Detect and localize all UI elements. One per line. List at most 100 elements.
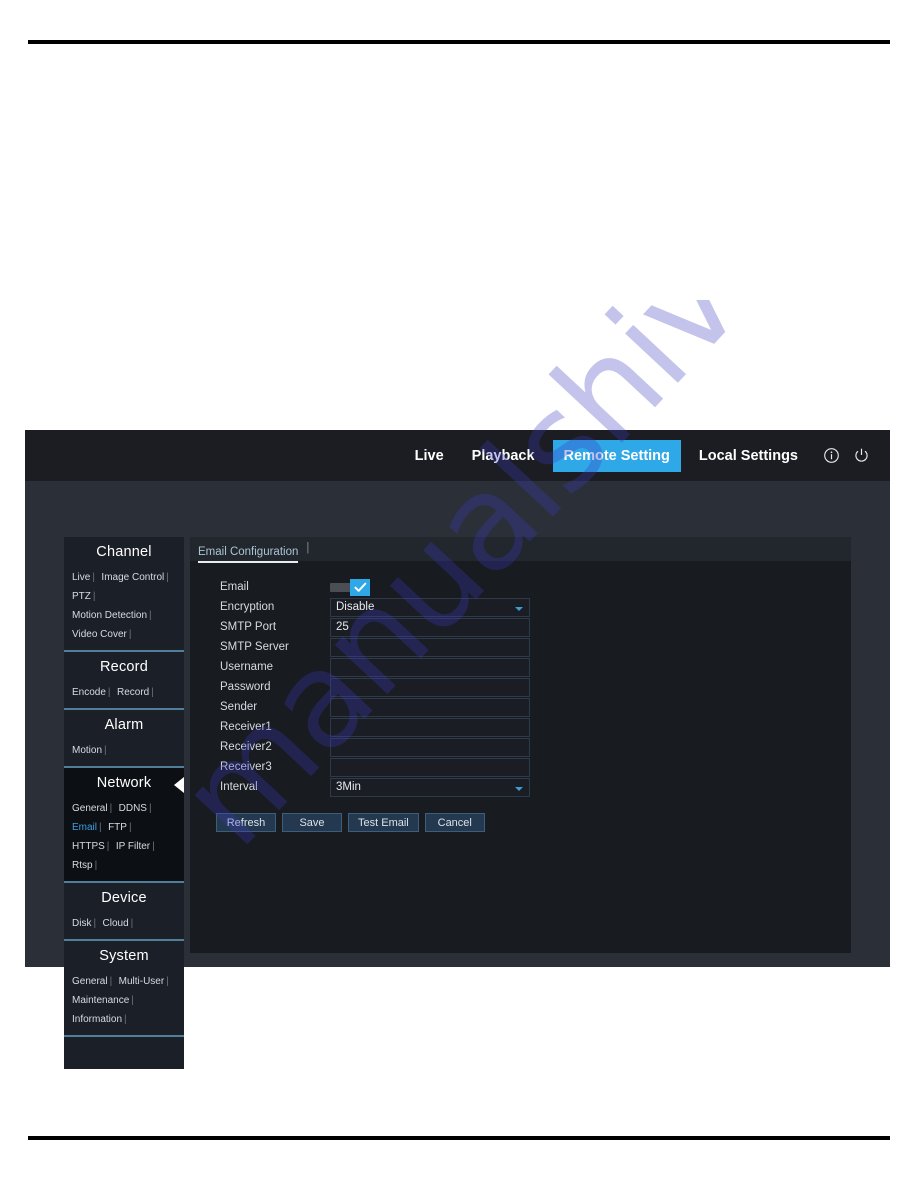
sidebar-link-group: Motion |	[64, 740, 184, 759]
form-row-interval: Interval 3Min	[220, 777, 851, 797]
input-receiver1[interactable]	[330, 717, 530, 737]
test-email-button[interactable]: Test Email	[348, 813, 419, 832]
sidebar-tail	[64, 1037, 184, 1069]
sidebar-link-email[interactable]: Email	[72, 822, 97, 833]
input-receiver2[interactable]	[330, 737, 530, 757]
input-receiver3[interactable]	[330, 757, 530, 777]
tab-email-configuration[interactable]: Email Configuration	[198, 546, 299, 563]
select-encryption[interactable]: Disable	[330, 597, 530, 617]
sidebar-link-group: General | Multi-User | Maintenance | Inform…	[64, 971, 184, 1028]
sidebar-link-separator: |	[109, 803, 113, 814]
select-interval[interactable]: 3Min	[330, 777, 530, 797]
nav-item-playback[interactable]: Playback	[462, 442, 545, 470]
field-value: Disable	[336, 600, 375, 613]
sidebar-link-ftp[interactable]: FTP	[108, 822, 127, 833]
sidebar-link-ptz[interactable]: PTZ	[72, 591, 91, 602]
sidebar-link-separator: |	[92, 572, 95, 583]
sidebar-link-disk[interactable]: Disk	[72, 918, 91, 929]
input-smtp-server[interactable]	[330, 637, 530, 657]
sidebar-link-rtsp[interactable]: Rtsp	[72, 860, 93, 871]
email-enable-toggle[interactable]	[330, 578, 370, 596]
sidebar-link-separator: |	[152, 841, 155, 852]
sidebar-link-image-control[interactable]: Image Control	[101, 572, 164, 583]
form-row-receiver2: Receiver2	[220, 737, 851, 757]
save-button[interactable]: Save	[282, 813, 342, 832]
nav-item-local-settings[interactable]: Local Settings	[689, 442, 808, 470]
sidebar-link-record[interactable]: Record	[117, 687, 149, 698]
input-sender[interactable]	[330, 697, 530, 717]
sidebar-link-separator: |	[92, 591, 96, 602]
input-smtp-port[interactable]: 25	[330, 617, 530, 637]
sidebar-link-encode[interactable]: Encode	[72, 687, 106, 698]
sidebar-section-network[interactable]: Network General | DDNS | Email | FTP | HTTPS |…	[64, 768, 184, 883]
sidebar-link-multi-user[interactable]: Multi-User	[119, 976, 165, 987]
refresh-button[interactable]: Refresh	[216, 813, 276, 832]
field-label: SMTP Port	[220, 621, 277, 633]
power-icon[interactable]	[851, 445, 872, 466]
field-label: Sender	[220, 701, 258, 713]
sidebar-link-separator: |	[151, 687, 154, 698]
sidebar-section-record[interactable]: Record Encode | Record |	[64, 652, 184, 710]
sidebar-link-general[interactable]: General	[72, 803, 108, 814]
email-configuration-panel: Email Configuration | Email Encryption Disa…	[190, 537, 851, 953]
chevron-down-icon	[515, 786, 523, 791]
sidebar-link-ddns[interactable]: DDNS	[119, 803, 147, 814]
field-label: Receiver2	[220, 741, 272, 753]
nvr-app-window: Live Playback Remote Setting Local Settings…	[25, 430, 890, 1069]
sidebar-link-separator: |	[148, 803, 152, 814]
top-nav-bar: Live Playback Remote Setting Local Settings	[25, 430, 890, 481]
sidebar-link-general[interactable]: General	[72, 976, 108, 987]
sidebar-link-motion-detection[interactable]: Motion Detection	[72, 610, 147, 621]
form-button-row: Refresh Save Test Email Cancel	[190, 797, 851, 832]
input-username[interactable]	[330, 657, 530, 677]
sidebar-link-information[interactable]: Information	[72, 1014, 122, 1025]
chevron-down-icon	[515, 606, 523, 611]
panel-tab-bar: Email Configuration |	[190, 537, 851, 563]
sidebar-link-maintenance[interactable]: Maintenance	[72, 995, 129, 1006]
tab-separator: |	[306, 542, 310, 554]
field-label: Receiver1	[220, 721, 272, 733]
page-top-rule	[28, 40, 890, 44]
field-value: 3Min	[336, 780, 361, 793]
cancel-button[interactable]: Cancel	[424, 813, 485, 832]
info-icon[interactable]	[821, 445, 842, 466]
field-label: Encryption	[220, 601, 275, 613]
sidebar-link-ip-filter[interactable]: IP Filter	[116, 841, 150, 852]
settings-sidebar: Channel Live | Image Control | PTZ | Motion …	[64, 537, 184, 1069]
sidebar-link-https[interactable]: HTTPS	[72, 841, 105, 852]
sidebar-link-motion[interactable]: Motion	[72, 745, 102, 756]
sidebar-section-alarm[interactable]: Alarm Motion |	[64, 710, 184, 768]
sidebar-section-title: Network	[96, 775, 152, 791]
sidebar-link-live[interactable]: Live	[72, 572, 90, 583]
email-settings-form: Email Encryption Disable SMTP Port 25 SMTP Se…	[190, 561, 851, 797]
field-label: Password	[220, 681, 271, 693]
form-row-receiver1: Receiver1	[220, 717, 851, 737]
sidebar-link-separator: |	[93, 918, 97, 929]
sidebar-link-cloud[interactable]: Cloud	[103, 918, 129, 929]
sidebar-section-system[interactable]: System General | Multi-User | Maintenance | …	[64, 941, 184, 1037]
field-label: Receiver3	[220, 761, 272, 773]
form-row-smtp-port: SMTP Port 25	[220, 617, 851, 637]
sidebar-link-separator: |	[106, 841, 110, 852]
sidebar-link-separator: |	[107, 687, 111, 698]
sidebar-link-group: Encode | Record |	[64, 682, 184, 701]
nav-item-remote-setting[interactable]: Remote Setting	[552, 439, 681, 472]
form-row-email: Email	[220, 577, 851, 597]
form-row-sender: Sender	[220, 697, 851, 717]
sidebar-link-separator: |	[128, 629, 132, 640]
form-row-receiver3: Receiver3	[220, 757, 851, 777]
sidebar-section-device[interactable]: Device Disk | Cloud |	[64, 883, 184, 941]
field-label: SMTP Server	[220, 641, 289, 653]
form-row-encryption: Encryption Disable	[220, 597, 851, 617]
sidebar-section-channel[interactable]: Channel Live | Image Control | PTZ | Motion …	[64, 537, 184, 652]
form-row-username: Username	[220, 657, 851, 677]
field-value: 25	[336, 620, 349, 633]
sidebar-link-separator: |	[104, 745, 107, 756]
nav-item-live[interactable]: Live	[405, 442, 454, 470]
sidebar-link-separator: |	[124, 1014, 127, 1025]
input-password[interactable]	[330, 677, 530, 697]
form-row-password: Password	[220, 677, 851, 697]
sidebar-section-title: Record	[100, 659, 148, 675]
caret-left-icon	[174, 777, 184, 793]
sidebar-link-video-cover[interactable]: Video Cover	[72, 629, 127, 640]
